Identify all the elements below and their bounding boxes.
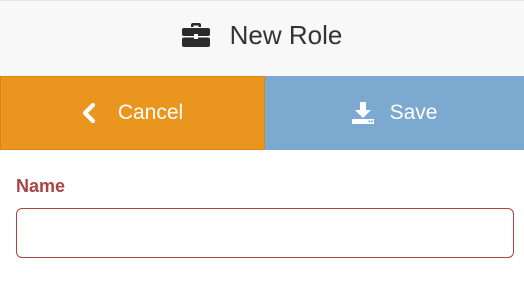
- briefcase-icon: [181, 23, 210, 47]
- download-icon: [351, 102, 374, 124]
- page-header: New Role: [0, 0, 524, 76]
- cancel-label: Cancel: [117, 101, 184, 124]
- page-title: New Role: [229, 19, 343, 50]
- role-form: Name: [16, 174, 514, 258]
- name-label: Name: [16, 176, 66, 196]
- cancel-button[interactable]: Cancel: [0, 76, 265, 150]
- name-input[interactable]: [16, 208, 514, 258]
- save-label: Save: [389, 101, 438, 124]
- save-button[interactable]: Save: [265, 76, 524, 150]
- header-title-wrap: New Role: [181, 19, 343, 51]
- action-buttons: Cancel Save: [0, 76, 524, 150]
- chevron-left-icon: [82, 102, 96, 124]
